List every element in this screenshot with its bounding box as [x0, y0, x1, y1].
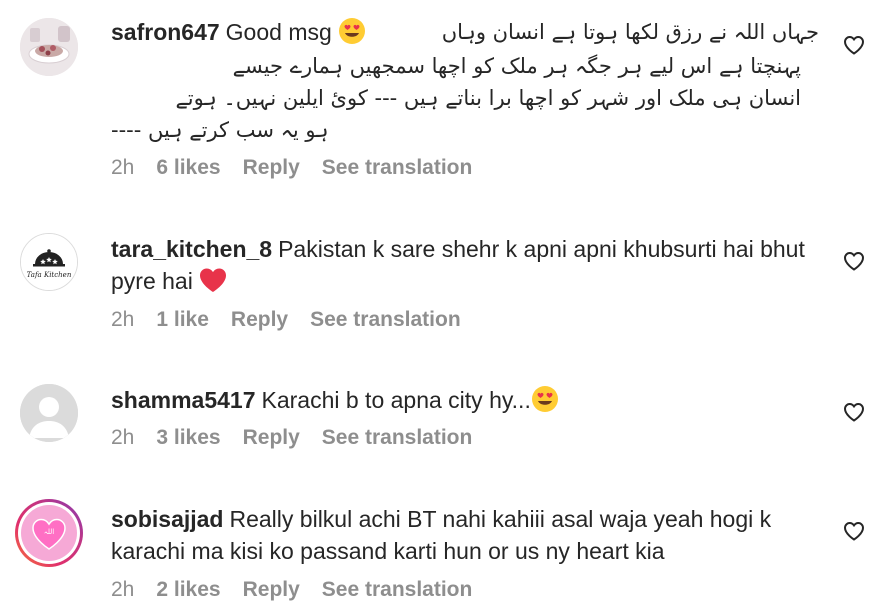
red-heart-emoji-icon — [200, 268, 227, 292]
see-translation-button[interactable]: See translation — [322, 426, 473, 450]
avatar[interactable] — [20, 384, 78, 442]
comment-meta: 2h 6 likes Reply See translation — [111, 156, 811, 180]
avatar: اللہ — [18, 502, 80, 564]
comment-username[interactable]: shamma5417 — [111, 387, 256, 413]
like-heart-icon[interactable] — [842, 249, 866, 273]
reply-button[interactable]: Reply — [231, 308, 288, 332]
see-translation-button[interactable]: See translation — [322, 156, 473, 180]
comment-text-body: Karachi b to apna city hy... — [261, 387, 531, 413]
comment-username[interactable]: tara_kitchen_8 — [111, 236, 272, 262]
comment-text: shamma5417 Karachi b to apna city hy... — [111, 384, 811, 416]
comment-text: sobisajjad Really bilkul achi BT nahi kah… — [111, 503, 811, 567]
avatar[interactable]: Tafa Kitchen — [20, 233, 78, 291]
comment-meta: 2h 1 like Reply See translation — [111, 308, 811, 332]
avatar-caption: اللہ — [43, 528, 55, 536]
story-ring[interactable]: اللہ — [15, 499, 83, 567]
comment-username[interactable]: safron647 — [111, 19, 220, 45]
like-count[interactable]: 1 like — [156, 308, 209, 332]
avatar-caption: Tafa Kitchen — [26, 271, 72, 279]
kitchen-logo-icon — [21, 234, 77, 290]
comment-meta: 2h 3 likes Reply See translation — [111, 426, 811, 450]
like-count[interactable]: 2 likes — [156, 578, 220, 602]
avatar-photo — [20, 18, 78, 76]
comment-text-latin: Good msg — [225, 19, 332, 45]
comment-username[interactable]: sobisajjad — [111, 506, 223, 532]
see-translation-button[interactable]: See translation — [322, 578, 473, 602]
comment-meta: 2h 2 likes Reply See translation — [111, 578, 811, 602]
reply-button[interactable]: Reply — [243, 578, 300, 602]
comment-time: 2h — [111, 308, 135, 331]
like-count[interactable]: 3 likes — [156, 426, 220, 450]
like-count[interactable]: 6 likes — [156, 156, 220, 180]
reply-button[interactable]: Reply — [243, 426, 300, 450]
reply-button[interactable]: Reply — [243, 156, 300, 180]
comment-urdu-line: ہو یہ سب کرتے ہیں ---- — [111, 118, 329, 142]
see-translation-button[interactable]: See translation — [310, 308, 461, 332]
default-avatar-icon — [20, 384, 78, 442]
like-heart-icon[interactable] — [842, 33, 866, 57]
comment-urdu-line: انسان ہی ملک اور شہر کو اچھا برا بناتے ہ… — [175, 86, 801, 110]
like-heart-icon[interactable] — [842, 400, 866, 424]
like-heart-icon[interactable] — [842, 519, 866, 543]
comment-time: 2h — [111, 578, 135, 601]
comment-time: 2h — [111, 156, 135, 179]
comment-urdu-line: پہنچتا ہے اس لیے ہر جگہ ہر ملک کو اچھا س… — [232, 54, 801, 78]
smiling-face-with-heart-eyes-emoji-icon — [531, 386, 558, 412]
comment-urdu-line: جہاں اللہ نے رزق لکھا ہوتا ہے انسان وہاں — [441, 20, 819, 44]
avatar[interactable] — [20, 18, 78, 76]
comment-time: 2h — [111, 426, 135, 449]
comment-text: tara_kitchen_8 Pakistan k sare shehr k ap… — [111, 233, 811, 297]
